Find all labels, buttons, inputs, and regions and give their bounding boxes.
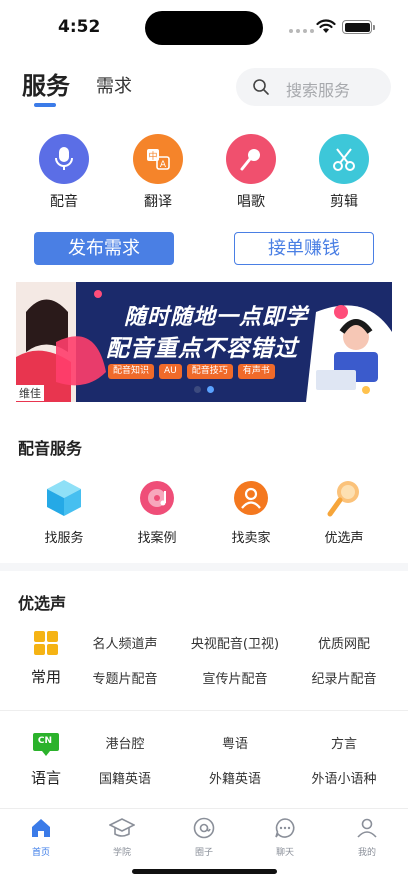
home-icon — [28, 815, 54, 841]
tab-label: 聊天 — [275, 848, 294, 858]
voice-option[interactable]: 名人频道声 — [70, 633, 180, 652]
section-separator — [0, 563, 408, 571]
active-tab-indicator — [34, 103, 56, 107]
voice-group-label: 语言 — [30, 769, 61, 787]
banner-person-name: 维佳 — [16, 385, 44, 401]
tab-label: 学院 — [112, 848, 131, 858]
voice-option[interactable]: 宣传片配音 — [180, 668, 290, 687]
promo-banner[interactable]: 随时随地一点即学 配音重点不容错过 配音知识 AU 配音技巧 有声书 维佳 — [16, 282, 392, 402]
voice-group-label: 常用 — [30, 668, 61, 686]
banner-headline: 随时随地一点即学 — [124, 305, 309, 330]
svg-text:中: 中 — [148, 150, 157, 162]
voice-option[interactable]: 粤语 — [180, 733, 290, 752]
banner-pagination — [194, 386, 214, 393]
divider — [0, 710, 408, 711]
category-label: 唱歌 — [237, 194, 265, 210]
dubbing-service-row: 找服务 找案例 找卖家 优选声 — [0, 478, 408, 548]
banner-tag-list: 配音知识 AU 配音技巧 有声书 — [108, 364, 275, 379]
voice-option[interactable]: 方言 — [289, 733, 399, 752]
tab-service[interactable]: 服务 — [22, 66, 70, 101]
voice-option[interactable]: 外语小语种 — [289, 768, 399, 787]
seller-icon — [231, 478, 271, 518]
category-dubbing[interactable]: 配音 — [24, 134, 104, 211]
action-buttons: 发布需求 接单赚钱 — [0, 232, 408, 266]
tab-circle[interactable]: 圈子 — [174, 815, 234, 858]
voice-option[interactable]: 国籍英语 — [70, 768, 180, 787]
find-service-label: 找服务 — [44, 531, 84, 546]
category-row: 配音 中A 翻译 唱歌 剪辑 — [0, 134, 408, 214]
category-label: 配音 — [50, 194, 78, 210]
voice-option[interactable]: 纪录片配音 — [289, 668, 399, 687]
singing-mic-icon — [226, 134, 276, 184]
cellular-signal-icon — [289, 29, 314, 33]
tab-mine[interactable]: 我的 — [337, 815, 397, 858]
voice-option[interactable]: 港台腔 — [70, 733, 180, 752]
voice-option[interactable]: 央视配音(卫视) — [180, 633, 290, 652]
music-disc-icon — [137, 478, 177, 518]
tab-label: 首页 — [31, 848, 50, 858]
dynamic-island — [145, 11, 263, 45]
tab-home[interactable]: 首页 — [11, 815, 71, 858]
find-service-button[interactable]: 找服务 — [24, 478, 104, 546]
cn-icon-text: CN — [37, 736, 53, 746]
search-input[interactable]: 搜索服务 — [236, 68, 391, 106]
banner-tag: 有声书 — [237, 364, 275, 379]
microphone-icon — [39, 134, 89, 184]
mic-voice-icon — [324, 478, 364, 518]
find-seller-label: 找卖家 — [231, 531, 271, 546]
voice-group-common: 常用 — [18, 630, 74, 687]
banner-subheadline: 配音重点不容错过 — [106, 336, 298, 362]
tab-demand[interactable]: 需求 — [96, 72, 132, 98]
take-orders-button[interactable]: 接单赚钱 — [234, 232, 374, 265]
svg-text:A: A — [160, 160, 167, 170]
category-translate[interactable]: 中A 翻译 — [118, 134, 198, 211]
banner-tag: 配音技巧 — [186, 364, 233, 379]
profile-icon — [354, 815, 380, 841]
banner-tag: 配音知识 — [108, 364, 155, 379]
banner-page-dot[interactable] — [194, 386, 201, 393]
dubbing-service-title: 配音服务 — [18, 439, 83, 458]
find-case-label: 找案例 — [137, 531, 177, 546]
search-icon — [253, 79, 269, 95]
tab-label: 圈子 — [194, 848, 213, 858]
voice-option[interactable]: 优质网配 — [289, 633, 399, 652]
find-seller-button[interactable]: 找卖家 — [211, 478, 291, 546]
preferred-voice-label: 优选声 — [324, 531, 364, 546]
chat-icon — [272, 815, 298, 841]
home-indicator — [132, 869, 277, 874]
search-placeholder: 搜索服务 — [286, 81, 351, 100]
category-label: 翻译 — [144, 194, 172, 210]
category-label: 剪辑 — [330, 194, 358, 210]
circle-at-icon — [191, 815, 217, 841]
wifi-icon — [316, 19, 336, 33]
preferred-voice-button[interactable]: 优选声 — [304, 478, 384, 546]
publish-demand-button[interactable]: 发布需求 — [34, 232, 174, 265]
category-editing[interactable]: 剪辑 — [304, 134, 384, 211]
voice-option[interactable]: 专题片配音 — [70, 668, 180, 687]
top-tab-bar: 服务 需求 搜索服务 — [0, 62, 408, 112]
scissors-icon — [319, 134, 369, 184]
battery-icon — [342, 20, 375, 34]
tab-academy[interactable]: 学院 — [92, 815, 152, 858]
cube-icon — [44, 478, 84, 518]
tab-chat[interactable]: 聊天 — [255, 815, 315, 858]
status-time: 4:52 — [58, 17, 101, 37]
grid-icon — [34, 631, 58, 655]
status-bar: 4:52 — [0, 0, 408, 56]
translate-icon: 中A — [133, 134, 183, 184]
voice-option[interactable]: 外籍英语 — [180, 768, 290, 787]
graduation-cap-icon — [109, 815, 135, 841]
find-case-button[interactable]: 找案例 — [117, 478, 197, 546]
banner-tag: AU — [159, 364, 182, 379]
category-singing[interactable]: 唱歌 — [211, 134, 291, 211]
preferred-voices-title: 优选声 — [18, 594, 67, 613]
banner-page-dot-active[interactable] — [207, 386, 214, 393]
tab-label: 我的 — [357, 848, 376, 858]
